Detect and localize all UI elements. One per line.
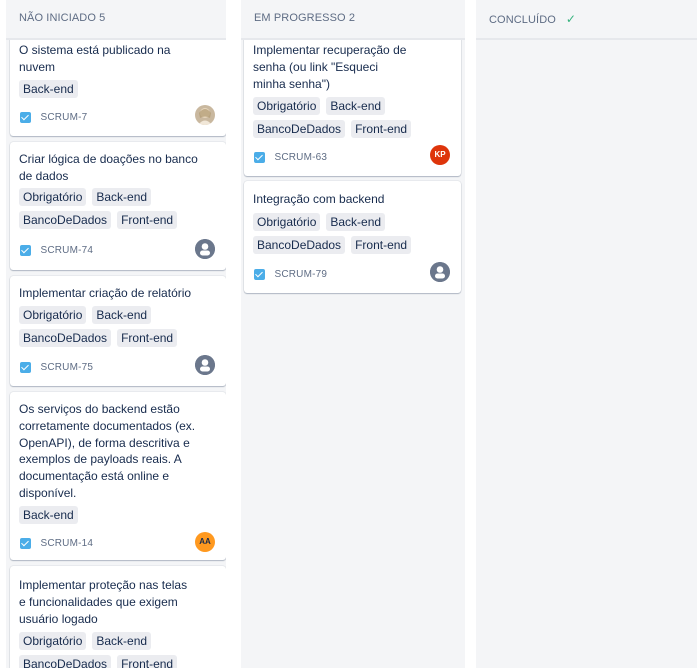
default-user-icon <box>430 262 450 282</box>
assignee-avatar[interactable] <box>195 105 215 125</box>
card-labels: Obrigatório Back-end BancoDeDados Front-en… <box>253 97 453 143</box>
card-title: Implementar recuperação de senha (ou lin… <box>253 43 407 91</box>
avatar-initials: KP <box>434 150 446 159</box>
card-footer: SCRUM-63 <box>254 149 327 164</box>
label-tag: Front-end <box>117 329 178 347</box>
issue-card[interactable]: Os serviços do backend estão corretament… <box>10 392 226 560</box>
card-footer: SCRUM-75 <box>20 359 93 374</box>
label-tag: Back-end <box>92 632 152 650</box>
card-labels: Back-end <box>19 506 219 529</box>
column-header[interactable]: NÃO INICIADO 5 <box>6 0 226 40</box>
column-title: NÃO INICIADO 5 <box>19 12 106 24</box>
avatar-photo <box>195 105 215 125</box>
card-title: Criar lógica de doações no banco de dado… <box>19 152 198 183</box>
card-labels: Back-end <box>19 80 219 103</box>
card-labels: Obrigatório Back-end BancoDeDados Front-en… <box>253 213 453 259</box>
default-user-icon <box>195 355 215 375</box>
assignee-avatar[interactable]: KP <box>430 145 450 165</box>
issue-card[interactable]: Criar lógica de doações no banco de dado… <box>10 142 226 270</box>
column-em-progresso: EM PROGRESSO 2 Implementar recuperação d… <box>241 0 465 668</box>
label-tag: BancoDeDados <box>19 211 112 229</box>
issue-key[interactable]: SCRUM-14 <box>40 538 93 549</box>
label-tag: Back-end <box>92 306 152 324</box>
label-tag: BancoDeDados <box>19 329 112 347</box>
issue-key[interactable]: SCRUM-74 <box>40 245 93 256</box>
label-tag: Obrigatório <box>253 213 321 231</box>
card-labels: Obrigatório Back-end BancoDeDados Front-en… <box>19 188 219 234</box>
card-footer: SCRUM-7 <box>20 109 87 124</box>
column-header[interactable]: EM PROGRESSO 2 <box>241 0 465 40</box>
label-tag: Back-end <box>19 506 78 524</box>
issue-card[interactable]: O sistema está publicado na nuvem Back-e… <box>10 34 226 136</box>
label-tag: Back-end <box>326 97 386 115</box>
label-tag: Front-end <box>117 211 178 229</box>
column-nao-iniciado: NÃO INICIADO 5 O sistema está publicado … <box>6 0 226 668</box>
card-labels: Obrigatório Back-end BancoDeDados Front-en… <box>19 632 219 668</box>
label-tag: Obrigatório <box>19 306 87 324</box>
assignee-avatar[interactable] <box>430 262 450 282</box>
card-footer: SCRUM-74 <box>20 242 93 257</box>
issue-card[interactable]: Integração com backend Obrigatório Back-e… <box>244 181 461 293</box>
column-title-text: CONCLUÍDO <box>489 14 556 26</box>
column-concluido: CONCLUÍDO ✓ <box>476 0 697 668</box>
label-tag: Obrigatório <box>19 632 87 650</box>
label-tag: Obrigatório <box>19 188 87 206</box>
assignee-avatar[interactable] <box>195 355 215 375</box>
label-tag: Obrigatório <box>253 97 321 115</box>
assignee-avatar[interactable]: AA <box>195 532 215 552</box>
column-title: CONCLUÍDO ✓ <box>489 12 576 26</box>
task-type-icon <box>254 269 265 281</box>
card-labels: Obrigatório Back-end BancoDeDados Front-en… <box>19 306 219 352</box>
issue-key[interactable]: SCRUM-7 <box>40 112 87 123</box>
task-type-icon <box>20 245 31 257</box>
issue-key[interactable]: SCRUM-75 <box>40 362 93 373</box>
issue-card[interactable]: Implementar proteção nas telas e funcion… <box>10 566 226 668</box>
label-tag: Front-end <box>351 236 412 254</box>
avatar-initials: AA <box>199 537 211 546</box>
column-title: EM PROGRESSO 2 <box>254 12 356 24</box>
card-title: Os serviços do backend estão corretament… <box>19 402 196 500</box>
issue-card[interactable]: Implementar recuperação de senha (ou lin… <box>244 34 461 176</box>
label-tag: Front-end <box>351 120 412 138</box>
card-title: Integração com backend <box>253 192 385 206</box>
assignee-avatar[interactable] <box>195 239 215 259</box>
label-tag: Back-end <box>19 80 78 98</box>
label-tag: Front-end <box>117 655 178 668</box>
issue-key[interactable]: SCRUM-79 <box>274 269 327 280</box>
column-header[interactable]: CONCLUÍDO ✓ <box>476 0 697 40</box>
check-icon: ✓ <box>565 12 577 26</box>
card-title: Implementar proteção nas telas e funcion… <box>19 578 188 626</box>
default-user-icon <box>195 239 215 259</box>
task-type-icon <box>20 538 31 550</box>
issue-key[interactable]: SCRUM-63 <box>274 152 327 163</box>
label-tag: Back-end <box>92 188 152 206</box>
card-footer: SCRUM-14 <box>20 535 93 550</box>
card-title: O sistema está publicado na nuvem <box>19 43 171 74</box>
label-tag: BancoDeDados <box>19 655 112 668</box>
task-type-icon <box>254 152 265 164</box>
card-title: Implementar criação de relatório <box>19 286 192 300</box>
task-type-icon <box>20 112 31 124</box>
label-tag: BancoDeDados <box>253 236 346 254</box>
card-footer: SCRUM-79 <box>254 266 327 281</box>
task-type-icon <box>20 362 31 374</box>
issue-card[interactable]: Implementar criação de relatório Obrigat… <box>10 276 226 386</box>
label-tag: BancoDeDados <box>253 120 346 138</box>
label-tag: Back-end <box>326 213 386 231</box>
